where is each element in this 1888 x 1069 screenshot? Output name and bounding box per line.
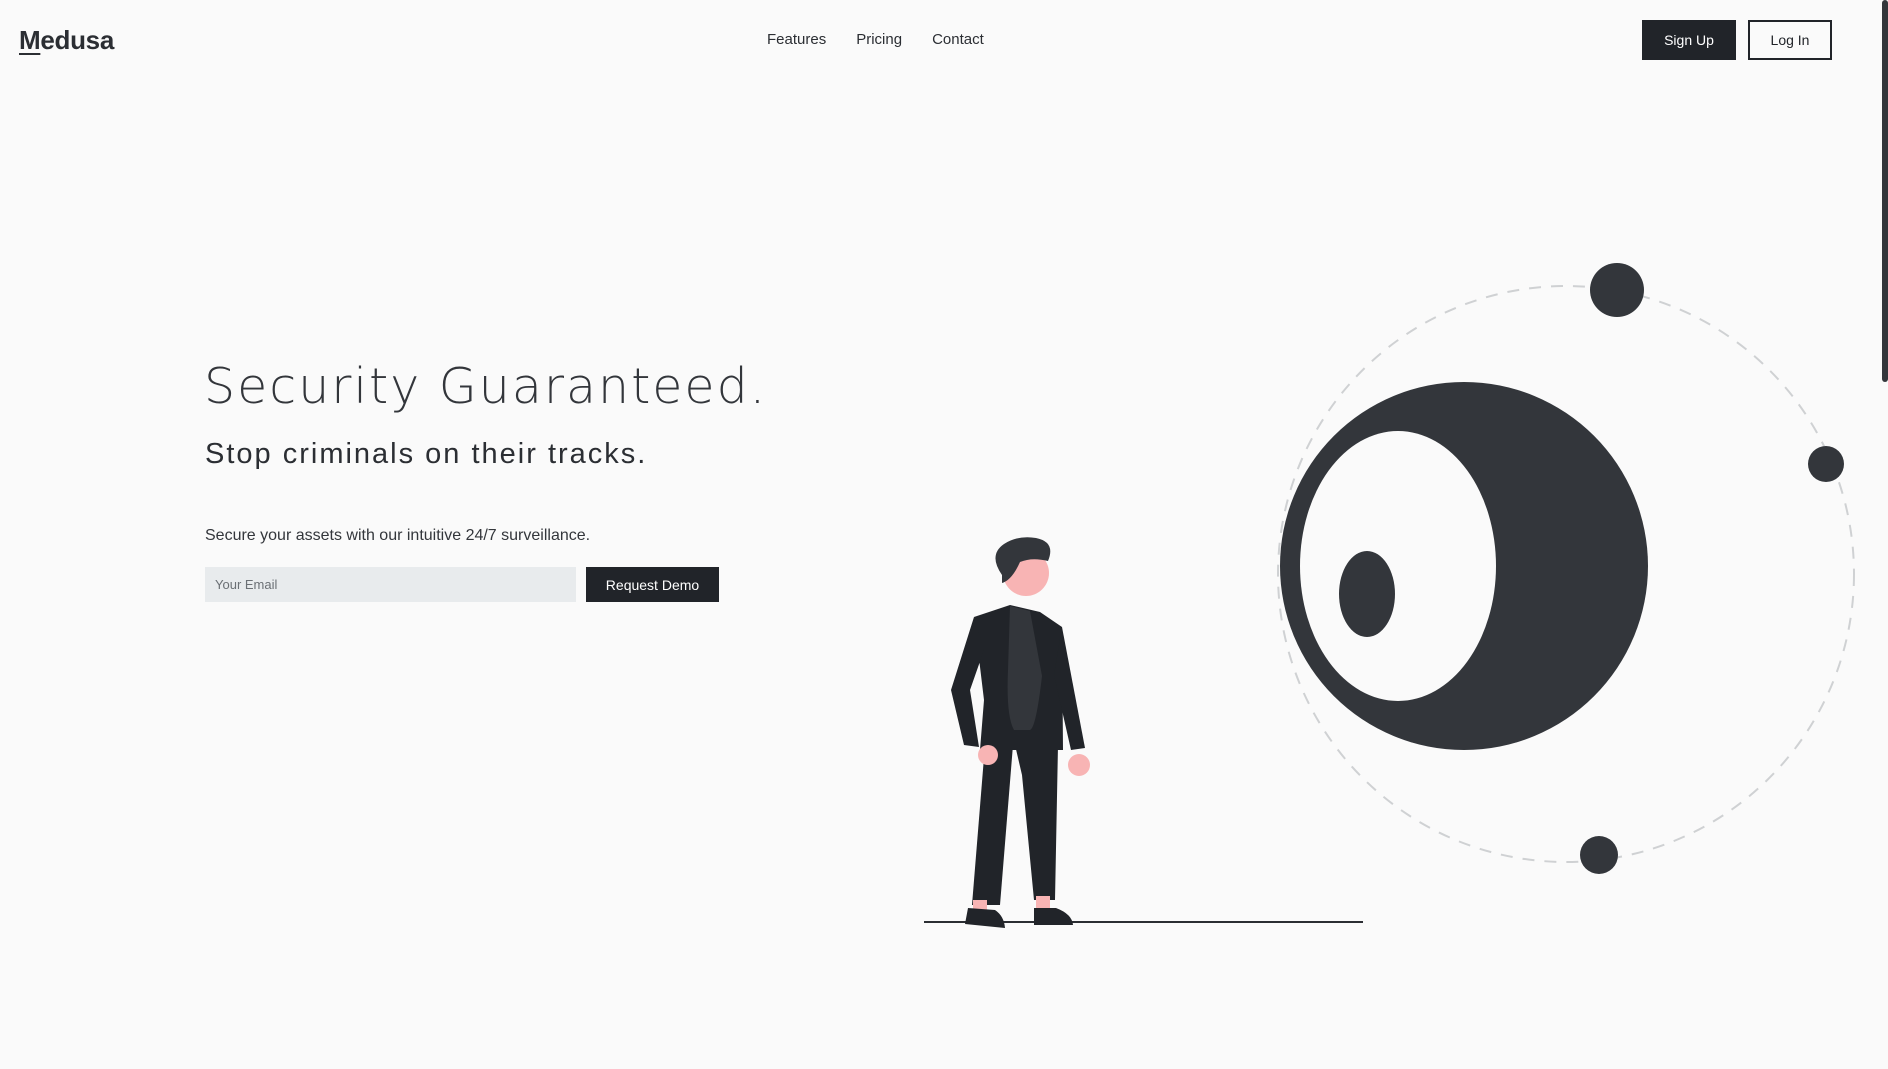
brand-logo-initial: M [19,25,41,55]
request-demo-button[interactable]: Request Demo [586,567,719,602]
email-input[interactable] [205,567,576,602]
person-right-leg [1015,745,1058,900]
hero-title: Security Guaranteed. [204,358,768,415]
eye-icon [1277,263,1855,874]
person-left-arm [951,617,984,747]
nav-link-contact[interactable]: Contact [932,31,984,48]
person-figure [951,537,1090,928]
orbit-dot-top [1590,263,1644,317]
scrollbar-track[interactable] [1880,0,1888,1069]
eye-white [1300,431,1496,701]
scrollbar-thumb[interactable] [1882,0,1888,382]
person-left-hand [978,745,998,765]
main-nav: Features Pricing Contact [767,31,984,48]
sign-up-button[interactable]: Sign Up [1642,20,1736,60]
person-left-ankle [973,900,987,910]
brand-logo[interactable]: Medusa [19,25,114,56]
person-right-ankle [1036,896,1050,908]
person-left-shoe [965,908,1005,928]
hero-description: Secure your assets with our intuitive 24… [205,527,591,544]
log-in-button[interactable]: Log In [1748,20,1832,60]
hero-subtitle: Stop criminals on their tracks. [205,438,648,470]
nav-link-features[interactable]: Features [767,31,826,48]
person-watching-eye-illustration [924,263,1855,928]
nav-link-pricing[interactable]: Pricing [856,31,902,48]
eye-pupil [1339,551,1395,637]
orbit-dot-bottom [1580,836,1618,874]
orbit-dot-right [1808,446,1844,482]
brand-logo-rest: edusa [40,25,115,55]
person-left-leg [972,745,1013,905]
person-right-shoe [1034,908,1073,925]
person-right-hand [1068,754,1090,776]
